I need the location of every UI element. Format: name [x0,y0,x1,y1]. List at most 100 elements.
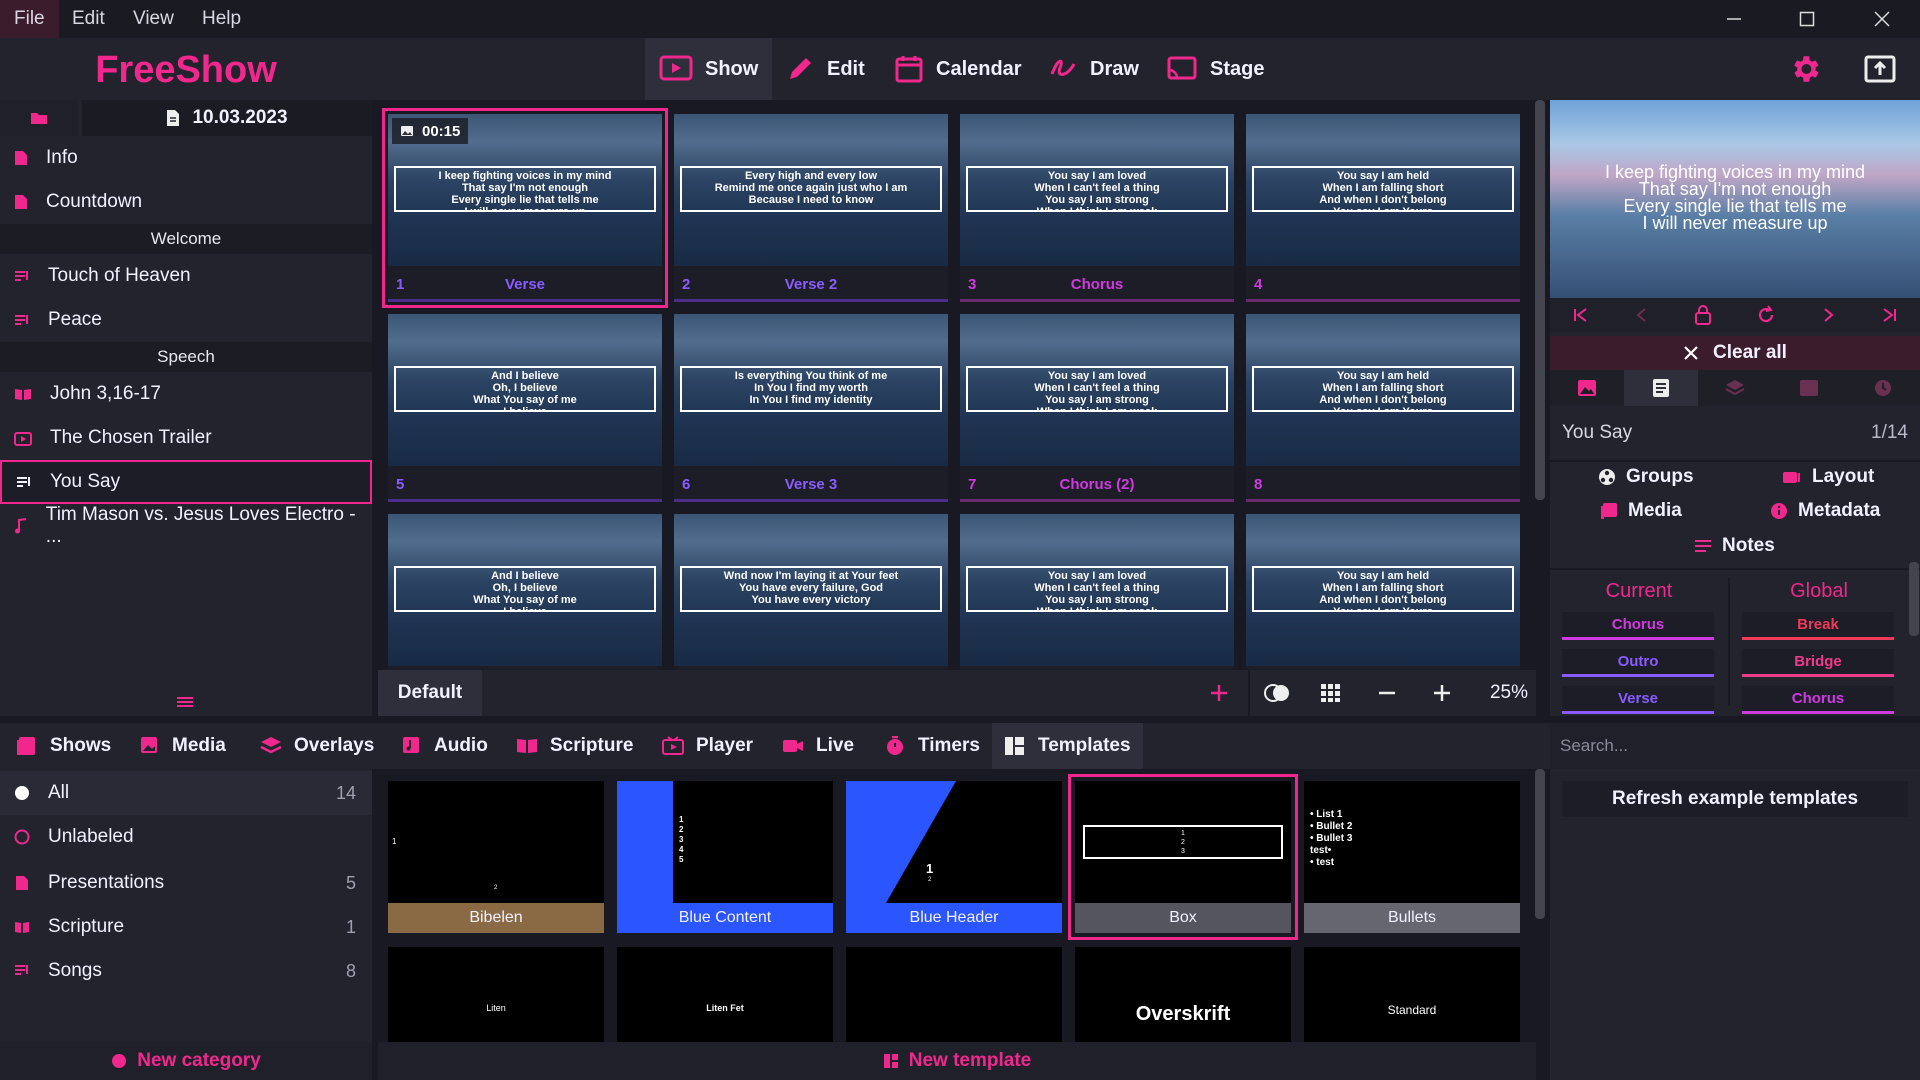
next-slide-icon[interactable] [1819,307,1837,323]
media-button[interactable]: Media [1600,500,1682,522]
last-slide-icon[interactable] [1880,307,1898,323]
settings-button[interactable] [1788,52,1822,86]
category-unlabeled[interactable]: Unlabeled [0,815,372,859]
notes-button[interactable]: Notes [1694,535,1775,557]
minimize-button[interactable] [1704,0,1764,38]
groups-scrollbar[interactable] [1909,562,1919,636]
tab-audio[interactable]: Audio [388,723,500,769]
first-slide-icon[interactable] [1572,307,1590,323]
tab-overlays[interactable]: Overlays [248,723,386,769]
category-songs[interactable]: Songs 8 [0,949,372,993]
slide-thumbnail[interactable]: Wnd now I'm laying it at Your feet You ha… [674,514,948,670]
tab-stage[interactable]: Stage [1152,38,1278,100]
tab-show[interactable]: Show [645,38,773,100]
category-all[interactable]: All 14 [0,771,372,815]
menu-edit[interactable]: Edit [58,0,119,38]
template-card[interactable]: Standard [1304,947,1520,1042]
search-input[interactable]: Search... [1550,723,1920,769]
tab-background[interactable] [1550,370,1624,406]
project-item-touch-of-heaven[interactable]: Touch of Heaven [0,254,372,298]
template-card[interactable]: 1 2 Bibelen [388,781,604,933]
metadata-button[interactable]: Metadata [1770,500,1880,522]
group-button-current[interactable]: Verse [1562,686,1714,714]
template-card[interactable]: 1 2 3 Box [1068,774,1298,940]
slide-thumbnail[interactable]: You say I am loved When I can't feel a th… [960,514,1234,670]
clear-all-button[interactable]: Clear all [1550,336,1920,370]
output-preview[interactable]: I keep fighting voices in my mind That sa… [1550,100,1920,298]
lock-icon[interactable] [1694,305,1712,325]
tab-media[interactable]: Media [126,723,238,769]
template-card[interactable]: 1 2 Blue Header [846,781,1062,933]
category-presentations[interactable]: Presentations 5 [0,861,372,905]
zoom-in-button[interactable] [1431,682,1453,704]
toggle-view-button[interactable] [1264,682,1290,704]
add-layout-button[interactable] [1208,682,1230,704]
slide-thumbnail[interactable]: You say I am held When I am falling short… [1246,314,1520,502]
group-button-current[interactable]: Chorus [1562,612,1714,640]
project-item-peace[interactable]: Peace [0,298,372,342]
maximize-button[interactable] [1777,0,1837,38]
tab-overlays[interactable] [1698,370,1772,406]
resize-handle[interactable] [176,696,194,708]
new-template-button[interactable]: New template [378,1042,1536,1080]
project-item-john[interactable]: John 3,16-17 [0,372,372,416]
tab-live[interactable]: Live [770,723,866,769]
slide-thumbnail[interactable]: And I believe Oh, I believe What You say o… [388,314,662,502]
previous-slide-icon[interactable] [1633,307,1651,323]
template-card[interactable]: Liten [388,947,604,1042]
tab-timers[interactable]: Timers [872,723,992,769]
template-card[interactable]: Liten Fet [617,947,833,1042]
refresh-icon[interactable] [1756,305,1776,325]
tab-draw[interactable]: Draw [1034,38,1153,100]
project-item-you-say[interactable]: You Say [0,460,372,504]
project-title[interactable]: 10.03.2023 [82,100,372,136]
templates-scrollbar[interactable] [1535,769,1545,919]
tab-edit[interactable]: Edit [771,38,879,100]
template-card[interactable]: • List 1 • Bullet 2 • Bullet 3 test• • test B… [1304,781,1520,933]
layout-default-tab[interactable]: Default [378,670,482,716]
project-item-info[interactable]: Info [0,136,372,180]
group-button-current[interactable]: Outro [1562,649,1714,677]
slide-thumbnail[interactable]: You say I am loved When I can't feel a th… [960,114,1234,302]
category-scripture[interactable]: Scripture 1 [0,905,372,949]
slide-thumbnail[interactable]: Every high and every low Remind me once a… [674,114,948,302]
section-welcome[interactable]: Welcome [0,224,372,254]
slide-thumbnail[interactable]: You say I am held When I am falling short… [1246,514,1520,670]
group-button-global[interactable]: Chorus [1742,686,1894,714]
grid-view-button[interactable] [1320,683,1340,703]
close-window-button[interactable] [1852,0,1912,38]
slide-thumbnail[interactable]: You say I am held When I am falling short… [1246,114,1520,302]
section-speech[interactable]: Speech [0,342,372,372]
slide-thumbnail[interactable]: Is everything You think of me In You I fi… [674,314,948,502]
project-item-tim-mason[interactable]: Tim Mason vs. Jesus Loves Electro - ... [0,504,372,548]
tab-slide[interactable] [1624,370,1698,406]
slide-thumbnail[interactable]: I keep fighting voices in my mind That sa… [382,108,668,308]
output-button[interactable] [1864,54,1896,84]
new-category-button[interactable]: New category [0,1042,372,1080]
tab-audio[interactable] [1772,370,1846,406]
layout-button[interactable]: Layout [1782,466,1874,488]
template-card[interactable]: Overskrift [1075,947,1291,1042]
projects-folder-button[interactable] [0,100,78,136]
groups-button[interactable]: Groups [1598,466,1694,488]
template-card[interactable] [846,947,1062,1042]
menu-help[interactable]: Help [188,0,255,38]
menu-file[interactable]: File [0,0,59,38]
slides-scrollbar[interactable] [1535,100,1545,500]
slide-thumbnail[interactable]: And I believe Oh, I believe What You say o… [388,514,662,670]
group-button-global[interactable]: Break [1742,612,1894,640]
project-item-the-chosen-trailer[interactable]: The Chosen Trailer [0,416,372,460]
slide-thumbnail[interactable]: You say I am loved When I can't feel a th… [960,314,1234,502]
refresh-templates-button[interactable]: Refresh example templates [1562,781,1908,817]
tab-timer[interactable] [1846,370,1920,406]
group-button-global[interactable]: Bridge [1742,649,1894,677]
project-item-countdown[interactable]: Countdown [0,180,372,224]
tab-shows[interactable]: Shows [4,723,123,769]
tab-calendar[interactable]: Calendar [880,38,1036,100]
menu-view[interactable]: View [119,0,188,38]
zoom-out-button[interactable] [1376,682,1398,704]
tab-templates[interactable]: Templates [992,723,1143,769]
tab-scripture[interactable]: Scripture [504,723,645,769]
template-card[interactable]: 1 2 3 4 5 Blue Content [617,781,833,933]
tab-player[interactable]: Player [650,723,765,769]
